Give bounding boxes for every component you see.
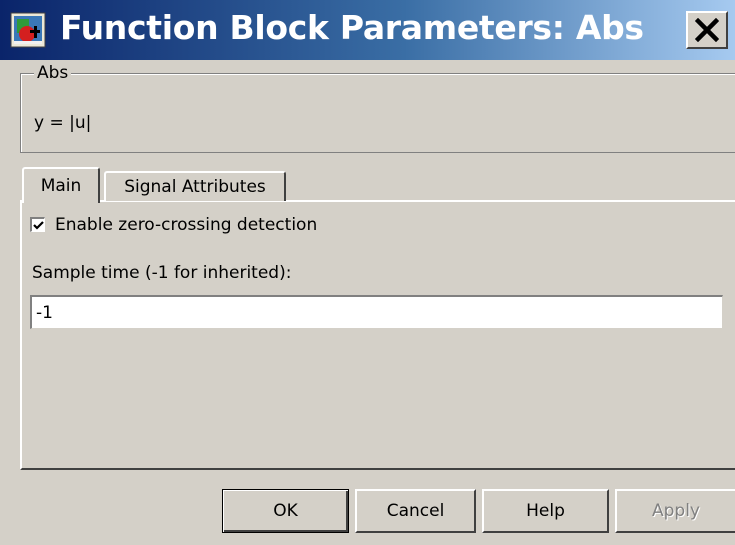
ok-button[interactable]: OK bbox=[222, 489, 349, 533]
window-title: Function Block Parameters: Abs bbox=[60, 8, 644, 47]
tab-main[interactable]: Main bbox=[22, 167, 100, 203]
block-name-legend: Abs bbox=[34, 63, 72, 83]
simulink-block-icon[interactable] bbox=[10, 12, 46, 48]
zero-crossing-label[interactable]: Enable zero-crossing detection bbox=[55, 214, 317, 236]
tab-panel-main bbox=[20, 200, 735, 470]
zero-crossing-checkbox[interactable] bbox=[30, 217, 45, 232]
help-button[interactable]: Help bbox=[482, 489, 609, 533]
checkmark-icon bbox=[33, 221, 44, 230]
sample-time-input[interactable] bbox=[30, 295, 723, 329]
block-description-group bbox=[20, 73, 735, 153]
block-description: y = |u| bbox=[34, 113, 92, 133]
sample-time-label: Sample time (-1 for inherited): bbox=[32, 263, 292, 283]
apply-button[interactable]: Apply bbox=[615, 489, 735, 533]
tab-signal-attributes[interactable]: Signal Attributes bbox=[104, 171, 286, 201]
title-bar[interactable]: Function Block Parameters: Abs bbox=[0, 0, 735, 60]
cancel-button[interactable]: Cancel bbox=[355, 489, 476, 533]
close-button[interactable] bbox=[686, 11, 728, 49]
close-icon bbox=[695, 18, 719, 42]
